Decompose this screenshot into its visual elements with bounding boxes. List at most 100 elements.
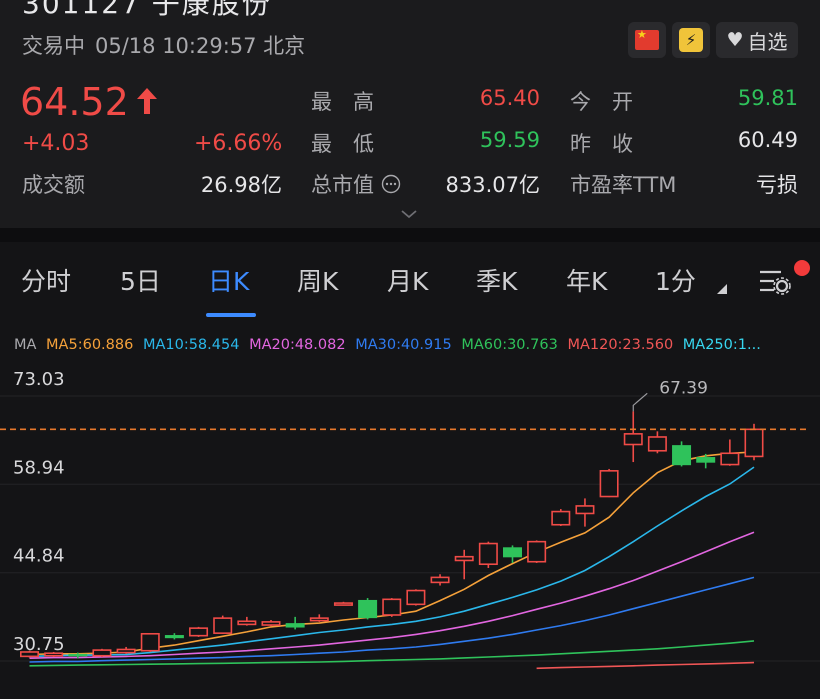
open-label: 今 开: [570, 90, 633, 114]
tab-weekly-k[interactable]: 周K: [297, 262, 338, 298]
candle-body: [551, 510, 571, 526]
prev-close-label: 昨 收: [570, 132, 633, 156]
candle: [454, 549, 474, 580]
y-tick-label: 44.84: [13, 546, 65, 567]
candle: [599, 468, 619, 498]
candle: [333, 601, 353, 606]
candle-body: [623, 433, 643, 446]
candle: [213, 615, 233, 634]
candle: [623, 411, 643, 463]
tab-monthly-k[interactable]: 月K: [387, 262, 428, 298]
candle: [527, 540, 547, 563]
add-watchlist-button[interactable]: ♥ 自选: [716, 22, 798, 58]
ma-legend: MA MA5:60.886 MA10:58.454 MA20:48.082 MA…: [14, 337, 766, 353]
expand-chevron-icon[interactable]: [400, 208, 418, 220]
high-label: 最 高: [311, 90, 374, 114]
candle: [164, 633, 184, 640]
dropdown-triangle-icon[interactable]: [717, 284, 727, 294]
candle-body: [333, 602, 353, 606]
candle: [19, 650, 39, 658]
candle-body: [599, 470, 619, 498]
candle: [358, 598, 378, 620]
ma-legend-title: MA: [14, 337, 37, 353]
candle: [382, 598, 402, 617]
candle-body: [744, 428, 764, 458]
candle: [430, 574, 450, 586]
flash-trade-button[interactable]: ⚡: [672, 22, 710, 58]
market-cap-text: 总市值: [311, 173, 374, 197]
candle: [575, 498, 595, 527]
ma120-value: MA120:23.560: [567, 337, 674, 353]
turnover-label: 成交额: [22, 173, 85, 197]
watchlist-label: 自选: [747, 29, 788, 54]
candle-body: [382, 598, 402, 616]
candle-body: [44, 652, 64, 657]
high-value: 65.40: [479, 86, 540, 110]
tab-quarterly-k[interactable]: 季K: [476, 262, 517, 298]
ma10-value: MA10:58.454: [142, 337, 240, 353]
candle: [92, 648, 112, 657]
tab-5day[interactable]: 5日: [120, 262, 161, 298]
china-flag-icon: [635, 28, 659, 50]
ma20-value: MA20:48.082: [249, 337, 346, 353]
candle-body: [237, 620, 257, 626]
candle-body: [720, 452, 740, 466]
candle: [116, 646, 136, 654]
tab-yearly-k[interactable]: 年K: [566, 262, 607, 298]
low-label: 最 低: [311, 132, 374, 156]
lightning-icon: ⚡: [679, 28, 703, 52]
candle: [551, 509, 571, 526]
candle-body: [309, 617, 329, 622]
candle-body: [672, 445, 692, 466]
candle: [189, 626, 209, 637]
candle: [237, 616, 257, 626]
candle: [672, 441, 692, 467]
quote-panel: 301127 子康股份 交易中05/18 10:29:57 北京 ⚡ ♥ 自选 …: [0, 0, 820, 228]
candle-body: [358, 599, 378, 619]
candle-body: [68, 653, 88, 657]
candle-body: [92, 649, 112, 657]
candle: [140, 632, 160, 652]
active-tab-indicator: [206, 313, 256, 317]
ma5-value: MA5:60.886: [46, 337, 134, 353]
candle-body: [19, 651, 39, 658]
up-arrow-icon: [137, 88, 157, 114]
candle: [261, 620, 281, 627]
low-value: 59.59: [479, 128, 540, 152]
candle: [647, 431, 667, 454]
chart-settings-icon[interactable]: [757, 264, 791, 298]
market-cap-label[interactable]: 总市值: [311, 169, 401, 199]
candle-body: [575, 505, 595, 515]
candle-body: [116, 648, 136, 654]
tab-daily-k[interactable]: 日K: [208, 262, 249, 298]
candle-body: [189, 627, 209, 637]
y-tick-label: 73.03: [13, 369, 65, 390]
ma-line-ma20: [29, 531, 755, 659]
ma-line-ma10: [29, 466, 755, 658]
market-flag-button[interactable]: [628, 22, 666, 58]
candle-body: [430, 576, 450, 584]
prev-close-value: 60.49: [737, 128, 798, 152]
candle-body: [454, 555, 474, 562]
candle-body: [503, 547, 522, 558]
stock-title: 301127 子康股份: [22, 0, 272, 20]
candle-body: [164, 635, 184, 639]
price-change: +4.03: [22, 131, 90, 156]
period-tabs: 分时 5日 日K 周K 月K 季K 年K 1分: [0, 242, 820, 324]
candle: [285, 616, 305, 630]
pe-value: 亏损: [756, 173, 798, 197]
tab-1min[interactable]: 1分: [655, 262, 696, 298]
ma250-value: MA250:1...: [682, 337, 761, 353]
trade-status-line: 交易中 05/18 10:29:57 北京: [22, 30, 315, 60]
trade-datetime: 05/18 10:29:57 北京: [95, 34, 306, 58]
tab-intraday[interactable]: 分时: [21, 262, 71, 298]
candle-body: [647, 436, 667, 452]
trade-status: 交易中: [22, 34, 85, 58]
candle: [309, 614, 329, 622]
notification-dot: [794, 260, 810, 276]
candle-body: [478, 542, 498, 566]
candle-body: [285, 623, 305, 628]
candle: [406, 589, 426, 606]
candle-body: [261, 621, 281, 626]
candlestick-chart[interactable]: 73.0358.9444.8430.75 67.39: [0, 360, 820, 699]
